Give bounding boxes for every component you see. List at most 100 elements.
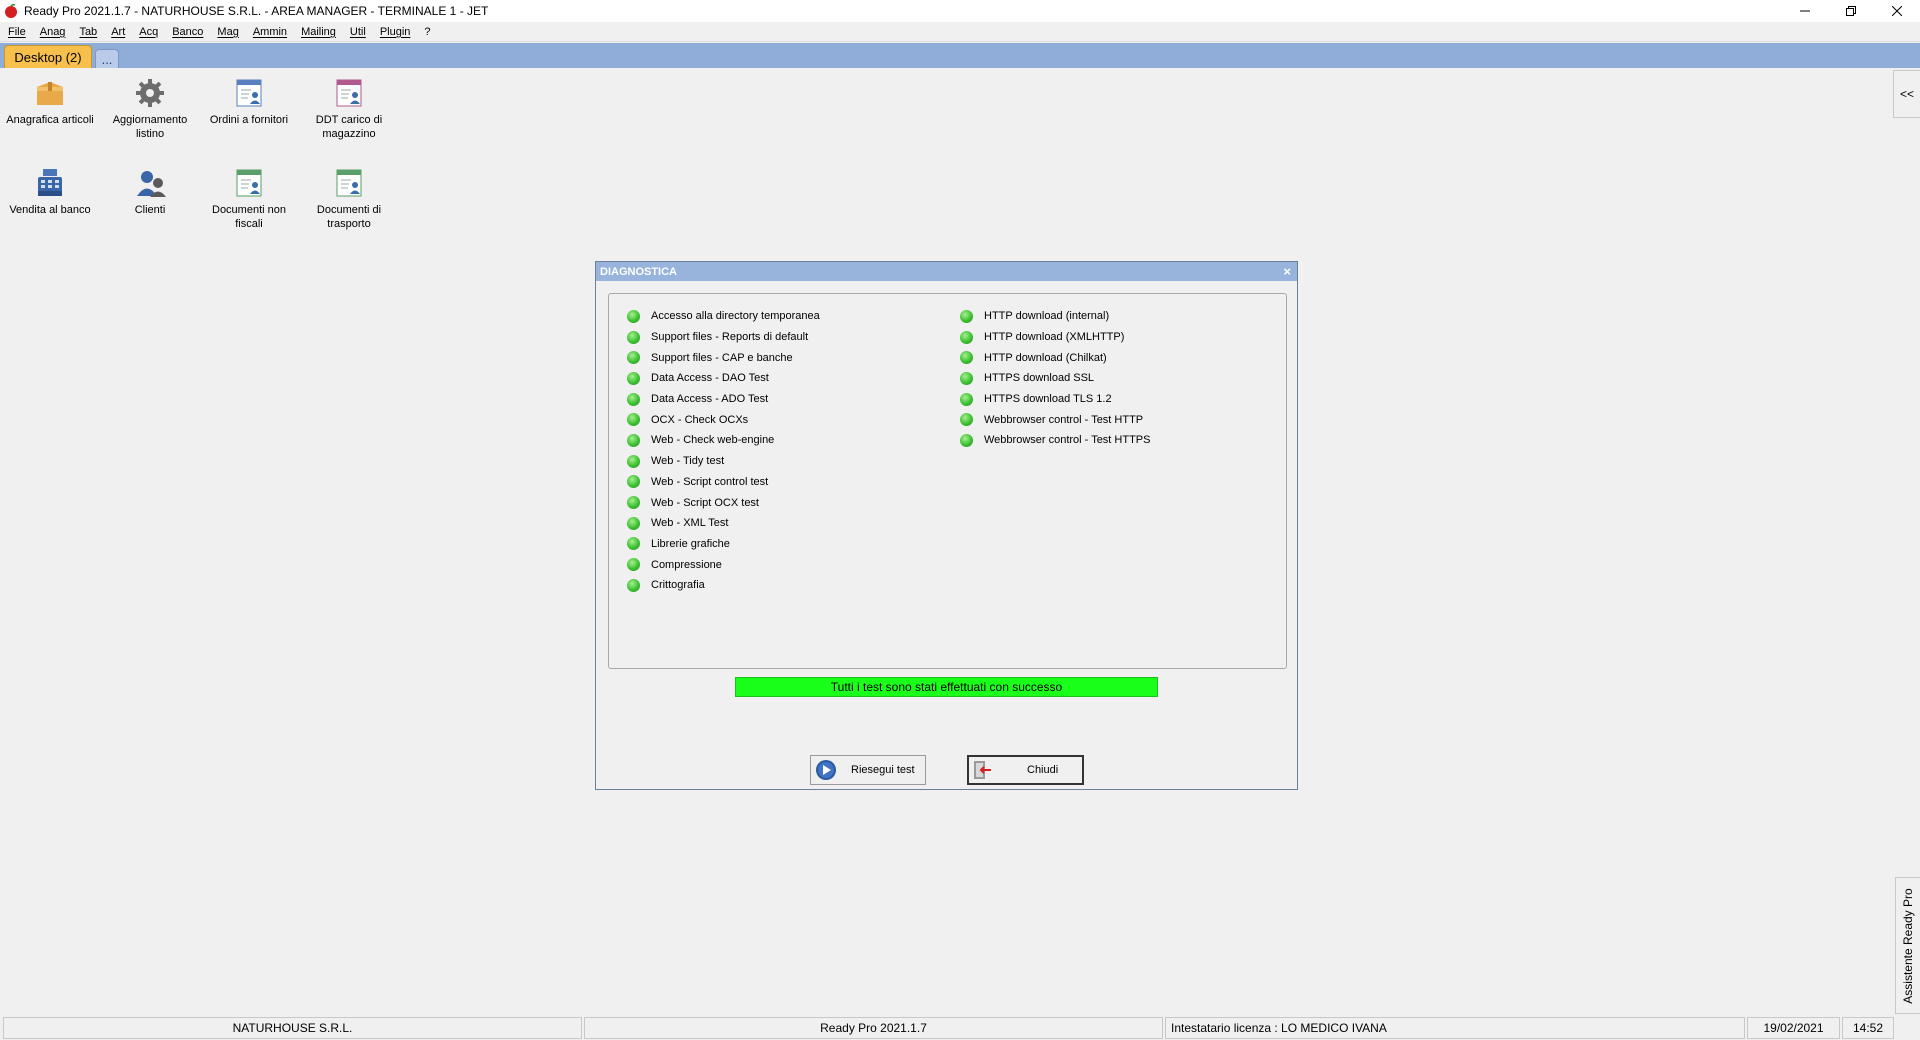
test-item: Webbrowser control - Test HTTP: [960, 409, 1150, 430]
play-icon: [816, 760, 836, 780]
close-dialog-label: Chiudi: [1027, 764, 1059, 776]
cash-register-icon: [38, 169, 62, 196]
status-license: Intestatario licenza : LO MEDICO IVANA: [1165, 1017, 1745, 1039]
status-date: 19/02/2021: [1747, 1017, 1840, 1039]
menu-help[interactable]: ?: [417, 26, 437, 38]
status-ok-icon: [960, 413, 973, 427]
status-ok-icon: [627, 558, 640, 572]
tests-column-right: HTTP download (internal) HTTP download (…: [960, 306, 1150, 451]
success-message: Tutti i test sono stati effettuati con s…: [735, 677, 1158, 697]
document-user-icon: [236, 79, 262, 107]
desktop-icon-label: DDT carico di magazzino: [315, 114, 383, 140]
status-ok-icon: [627, 309, 640, 323]
desktop-icon-vendita-banco[interactable]: Vendita al banco: [0, 167, 100, 217]
test-item: Web - Script control test: [627, 472, 820, 493]
desktop-icon-label: Anagrafica articoli: [6, 114, 94, 126]
desktop-icon-clienti[interactable]: Clienti: [100, 167, 200, 217]
test-item: Data Access - DAO Test: [627, 368, 820, 389]
test-label: Data Access - DAO Test: [651, 372, 769, 385]
desktop-icon-documenti-non-fiscali[interactable]: Documenti non fiscali: [199, 167, 299, 231]
status-company: NATURHOUSE S.R.L.: [3, 1017, 582, 1039]
box-icon: [37, 82, 63, 105]
menu-plugin[interactable]: Plugin: [373, 26, 418, 38]
test-label: Webbrowser control - Test HTTP: [984, 413, 1144, 426]
tab-desktop[interactable]: Desktop (2): [4, 45, 92, 68]
test-item: HTTP download (XMLHTTP): [960, 327, 1150, 348]
close-dialog-button[interactable]: Chiudi: [967, 755, 1084, 785]
tab-more[interactable]: ...: [95, 49, 119, 68]
test-item: HTTP download (internal): [960, 306, 1150, 327]
status-time: 14:52: [1842, 1017, 1894, 1039]
menu-file[interactable]: File: [0, 26, 33, 38]
status-ok-icon: [627, 516, 640, 530]
test-item: Web - Script OCX test: [627, 492, 820, 513]
test-label: Webbrowser control - Test HTTPS: [984, 434, 1151, 447]
desktop-icon-label: Clienti: [134, 204, 166, 216]
window-title: Ready Pro 2021.1.7 - NATURHOUSE S.R.L. -…: [24, 4, 489, 18]
test-item: Librerie grafiche: [627, 534, 820, 555]
desktop-icon-label: Ordini a fornitori: [209, 114, 289, 126]
menu-banco[interactable]: Banco: [165, 26, 210, 38]
desktop-icon-ordini-fornitori[interactable]: Ordini a fornitori: [199, 77, 299, 127]
test-label: Crittografia: [651, 579, 705, 592]
desktop-icon-label: Documenti non fiscali: [212, 204, 286, 230]
test-item: HTTPS download SSL: [960, 368, 1150, 389]
test-label: HTTPS download TLS 1.2: [984, 393, 1112, 406]
assistant-tab-label: Assistente Ready Pro: [1901, 887, 1915, 1004]
rerun-test-button[interactable]: Riesegui test: [810, 755, 926, 785]
test-label: Support files - Reports di default: [651, 331, 809, 344]
test-label: HTTP download (XMLHTTP): [984, 331, 1125, 344]
test-label: HTTP download (Chilkat): [984, 351, 1107, 364]
menu-bar: File Anag Tab Art Acq Banco Mag Ammin Ma…: [0, 22, 1920, 42]
status-ok-icon: [960, 330, 973, 344]
test-label: HTTPS download SSL: [984, 372, 1095, 385]
dialog-title: DIAGNOSTICA: [600, 265, 677, 278]
test-label: Web - XML Test: [651, 517, 729, 530]
desktop-icon-label: Vendita al banco: [9, 204, 91, 216]
test-label: Web - Script OCX test: [651, 496, 759, 509]
desktop-icon-anagrafica-articoli[interactable]: Anagrafica articoli: [0, 77, 100, 127]
test-label: Accesso alla directory temporanea: [651, 310, 820, 323]
test-item: Crittografia: [627, 575, 820, 596]
dialog-close-icon[interactable]: ×: [1283, 264, 1291, 279]
test-item: Web - Check web-engine: [627, 430, 820, 451]
app-logo-icon: [5, 4, 17, 18]
status-ok-icon: [960, 371, 973, 385]
status-ok-icon: [627, 578, 640, 592]
menu-ammin[interactable]: Ammin: [246, 26, 294, 38]
status-version: Ready Pro 2021.1.7: [584, 1017, 1163, 1039]
document-user-icon: [236, 169, 262, 197]
test-label: Data Access - ADO Test: [651, 393, 769, 406]
document-user-icon: [336, 169, 362, 197]
desktop-icon-ddt-carico[interactable]: DDT carico di magazzino: [299, 77, 399, 141]
status-bar: NATURHOUSE S.R.L. Ready Pro 2021.1.7 Int…: [0, 1016, 1920, 1040]
test-item: Support files - CAP e banche: [627, 347, 820, 368]
restore-button[interactable]: [1828, 0, 1874, 22]
status-ok-icon: [960, 351, 973, 365]
status-ok-icon: [627, 433, 640, 447]
desktop-icon-label: Documenti di trasporto: [316, 204, 382, 230]
desktop-icon-documenti-trasporto[interactable]: Documenti di trasporto: [299, 167, 399, 231]
test-item: Web - XML Test: [627, 513, 820, 534]
test-item: Webbrowser control - Test HTTPS: [960, 430, 1150, 451]
menu-util[interactable]: Util: [343, 26, 373, 38]
menu-mailing[interactable]: Mailing: [294, 26, 343, 38]
minimize-button[interactable]: [1782, 0, 1828, 22]
menu-art[interactable]: Art: [104, 26, 132, 38]
menu-tab[interactable]: Tab: [72, 26, 104, 38]
collapse-panel-button[interactable]: <<: [1893, 70, 1920, 118]
test-item: Data Access - ADO Test: [627, 389, 820, 410]
test-label: Librerie grafiche: [651, 537, 730, 550]
menu-mag[interactable]: Mag: [210, 26, 245, 38]
menu-acq[interactable]: Acq: [132, 26, 165, 38]
test-item: OCX - Check OCXs: [627, 409, 820, 430]
status-ok-icon: [627, 475, 640, 489]
assistant-tab[interactable]: Assistente Ready Pro: [1895, 877, 1920, 1014]
users-icon: [137, 171, 166, 197]
close-icon: [1892, 6, 1902, 16]
test-label: Web - Script control test: [651, 475, 769, 488]
desktop-icon-aggiornamento-listino[interactable]: Aggiornamento listino: [100, 77, 200, 141]
menu-anag[interactable]: Anag: [33, 26, 73, 38]
tab-strip: Desktop (2) ...: [0, 43, 1920, 68]
close-window-button[interactable]: [1874, 0, 1920, 22]
